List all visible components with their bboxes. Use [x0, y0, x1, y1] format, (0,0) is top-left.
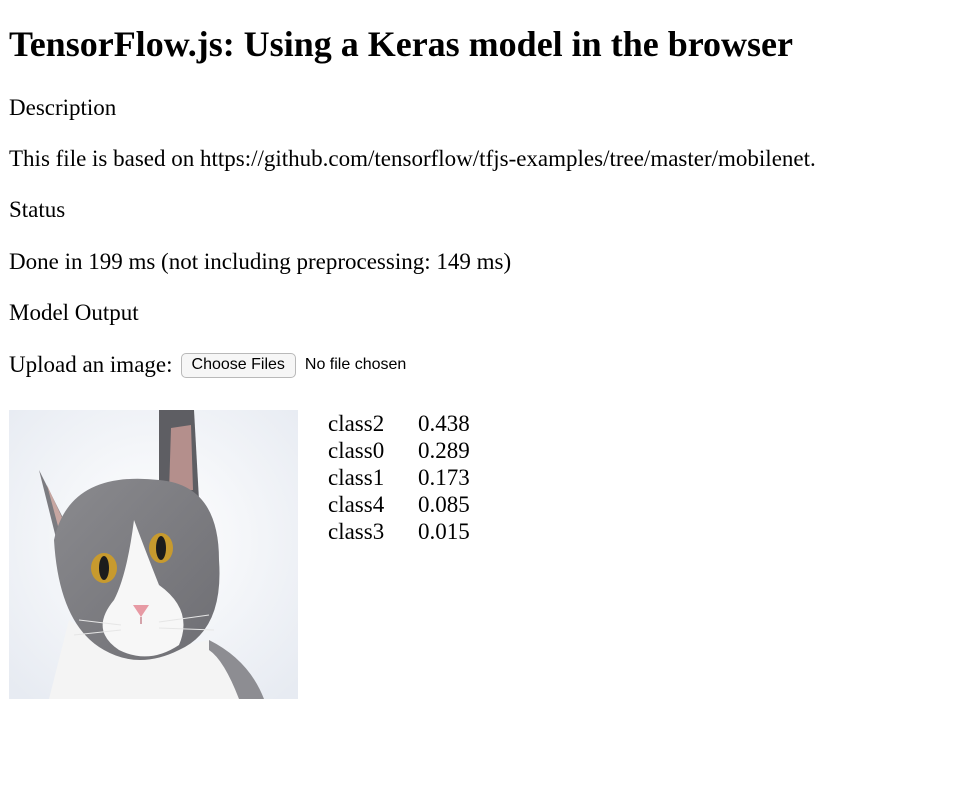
prediction-class: class3 — [328, 519, 385, 544]
prediction-probability: 0.015 — [418, 519, 470, 544]
prediction-probability: 0.438 — [418, 411, 470, 436]
prediction-probability: 0.173 — [418, 465, 470, 490]
predictions-list: class2 0.438 class0 0.289 class1 0.173 c… — [328, 410, 488, 545]
choose-files-button[interactable]: Choose Files — [180, 352, 296, 378]
model-output-heading: Model Output — [9, 300, 139, 325]
status-heading: Status — [9, 197, 66, 222]
status-text: Done in 199 ms (not including preprocess… — [9, 249, 512, 274]
page: TensorFlow.js: Using a Keras model in th… — [0, 0, 974, 804]
cat-image-preview — [9, 410, 298, 699]
prediction-class: class4 — [328, 492, 385, 517]
prediction-row: class2 0.438 — [328, 410, 488, 437]
prediction-row: class1 0.173 — [328, 464, 488, 491]
upload-label: Upload an image: — [9, 352, 173, 377]
prediction-class: class0 — [328, 438, 385, 463]
prediction-class: class1 — [328, 465, 385, 490]
prediction-probability: 0.289 — [418, 438, 470, 463]
file-status: No file chosen — [304, 356, 407, 373]
upload-row: Upload an image: Choose Files No file ch… — [9, 350, 406, 380]
prediction-class: class2 — [328, 411, 385, 436]
page-title: TensorFlow.js: Using a Keras model in th… — [9, 24, 794, 64]
prediction-row: class0 0.289 — [328, 437, 488, 464]
prediction-row: class3 0.015 — [328, 518, 488, 545]
cat-photo-icon — [9, 410, 298, 699]
description-text: This file is based on https://github.com… — [9, 146, 816, 171]
prediction-probability: 0.085 — [418, 492, 470, 517]
prediction-row: class4 0.085 — [328, 491, 488, 518]
description-heading: Description — [9, 95, 117, 120]
